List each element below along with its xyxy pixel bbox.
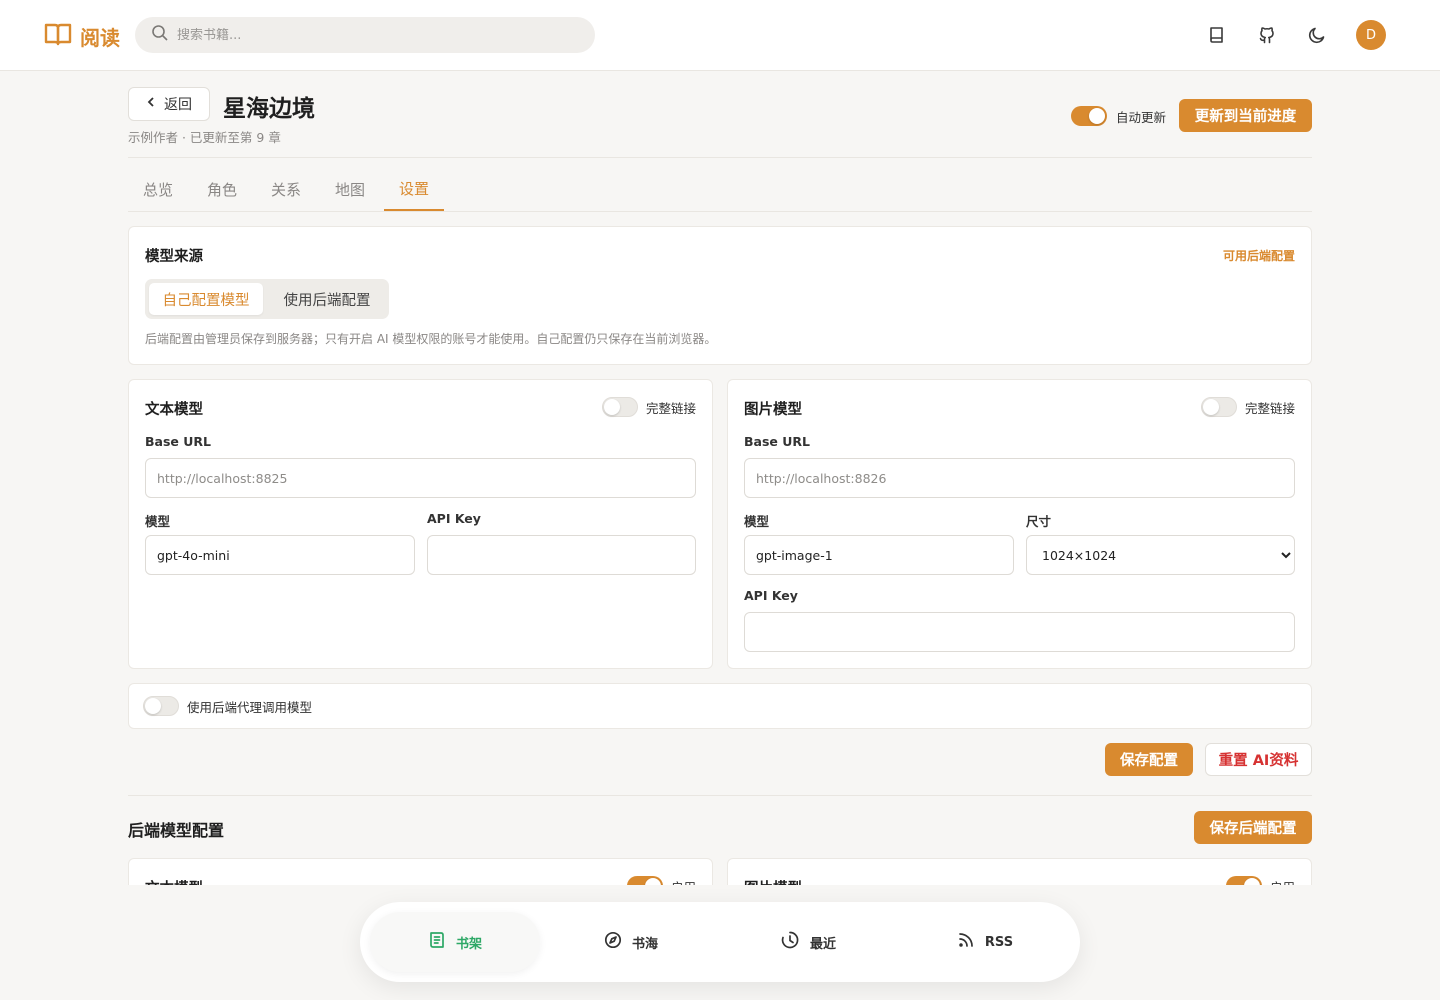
image-size-label: 尺寸	[1026, 514, 1052, 529]
nav-recent[interactable]: 最近	[723, 912, 893, 972]
search-icon	[151, 24, 169, 46]
text-base-url-input[interactable]	[145, 458, 696, 498]
nav-label: 书架	[455, 936, 482, 952]
model-source-switch: 自己配置模型 使用后端配置	[145, 279, 389, 319]
image-full-link-control: 完整链接	[1200, 397, 1295, 417]
image-base-url-label: Base URL	[744, 434, 810, 449]
text-base-url-label: Base URL	[145, 434, 211, 449]
nav-label: 书海	[631, 936, 658, 952]
backend-config-link[interactable]: 可用后端配置	[1223, 247, 1295, 264]
compass-icon	[604, 931, 622, 953]
divider	[128, 795, 1312, 796]
text-model-title: 文本模型	[145, 402, 203, 418]
backend-text-model-card: 文本模型 启用	[128, 858, 713, 885]
auto-update-toggle[interactable]	[1071, 106, 1107, 126]
app-name: 阅读	[80, 25, 120, 50]
text-api-key-input[interactable]	[427, 535, 696, 575]
rss-icon	[957, 931, 975, 953]
tab-bar: 总览 角色 关系 地图 设置	[128, 168, 1312, 212]
update-progress-button[interactable]: 更新到当前进度	[1179, 99, 1312, 132]
image-model-card: 图片模型 完整链接 Base URL 模型 尺寸 1024×1024 API K…	[727, 379, 1312, 669]
top-bar: 阅读 D	[0, 0, 1440, 71]
nav-explore[interactable]: 书海	[546, 912, 716, 972]
book-meta: 示例作者 · 已更新至第 9 章	[128, 130, 281, 145]
option-own-config[interactable]: 自己配置模型	[149, 283, 263, 315]
image-model-label: 模型	[744, 514, 770, 529]
backend-image-model-title: 图片模型	[744, 877, 802, 885]
backend-image-enable-label: 启用	[1270, 877, 1295, 886]
image-model-title: 图片模型	[744, 402, 802, 418]
proxy-label: 使用后端代理调用模型	[187, 699, 313, 715]
image-model-input[interactable]	[744, 535, 1014, 575]
text-full-link-toggle[interactable]	[601, 397, 638, 417]
text-model-card: 文本模型 完整链接 Base URL 模型 API Key	[128, 379, 713, 669]
text-model-input[interactable]	[145, 535, 415, 575]
backend-image-enable-control: 启用	[1225, 876, 1295, 886]
backend-image-model-card: 图片模型 启用	[727, 858, 1312, 885]
backend-image-enable-toggle[interactable]	[1225, 876, 1262, 885]
search-input[interactable]	[177, 27, 557, 43]
nav-label: 最近	[809, 936, 836, 952]
tab-characters[interactable]: 角色	[192, 168, 252, 211]
nav-rss[interactable]: RSS	[900, 912, 1070, 972]
model-source-title: 模型来源	[145, 249, 203, 265]
auto-update-label: 自动更新	[1116, 109, 1167, 125]
proxy-toggle[interactable]	[143, 696, 179, 716]
divider	[128, 157, 1312, 158]
backend-text-model-title: 文本模型	[145, 877, 203, 885]
bottom-nav: 书架 书海 最近 RSS	[360, 902, 1080, 982]
save-config-button[interactable]: 保存配置	[1105, 743, 1193, 776]
tab-settings[interactable]: 设置	[384, 168, 444, 211]
back-label: 返回	[164, 97, 192, 113]
tab-relations[interactable]: 关系	[256, 168, 316, 211]
model-source-help: 后端配置由管理员保存到服务器；只有开启 AI 模型权限的账号才能使用。自己配置仍…	[145, 332, 717, 346]
text-api-key-label: API Key	[427, 511, 481, 526]
text-model-label: 模型	[145, 514, 171, 529]
page-title: 星海边境	[223, 96, 315, 122]
image-base-url-input[interactable]	[744, 458, 1295, 498]
app-logo[interactable]: 阅读	[44, 21, 120, 51]
reset-ai-data-button[interactable]: 重置 AI资料	[1205, 743, 1312, 776]
image-api-key-input[interactable]	[744, 612, 1295, 652]
moon-icon[interactable]	[1305, 23, 1329, 47]
nav-shelf[interactable]: 书架	[370, 912, 540, 972]
scroll-clip: 文本模型 启用 图片模型 启用	[0, 856, 1440, 885]
search-bar[interactable]	[135, 17, 595, 53]
text-full-link-label: 完整链接	[645, 400, 696, 416]
image-full-link-label: 完整链接	[1244, 400, 1295, 416]
proxy-card: 使用后端代理调用模型	[128, 683, 1312, 729]
image-api-key-label: API Key	[744, 588, 798, 603]
save-backend-config-button[interactable]: 保存后端配置	[1194, 811, 1312, 844]
shelf-icon	[428, 931, 446, 953]
model-source-card: 模型来源 可用后端配置 自己配置模型 使用后端配置 后端配置由管理员保存到服务器…	[128, 226, 1312, 365]
image-size-select[interactable]: 1024×1024	[1026, 535, 1295, 575]
chevron-left-icon	[146, 96, 156, 112]
text-full-link-control: 完整链接	[601, 397, 696, 417]
backend-section-title: 后端模型配置	[128, 821, 225, 840]
nav-label: RSS	[984, 934, 1014, 950]
option-backend-config[interactable]: 使用后端配置	[269, 283, 385, 315]
backend-text-enable-label: 启用	[671, 877, 696, 886]
book-icon[interactable]	[1205, 23, 1229, 47]
history-icon	[780, 930, 800, 954]
open-book-icon	[44, 21, 72, 51]
tab-overview[interactable]: 总览	[128, 168, 188, 211]
proxy-control: 使用后端代理调用模型	[143, 696, 312, 716]
image-full-link-toggle[interactable]	[1200, 397, 1237, 417]
backend-text-enable-control: 启用	[626, 876, 696, 886]
tab-map[interactable]: 地图	[320, 168, 380, 211]
back-button[interactable]: 返回	[128, 87, 210, 121]
avatar[interactable]: D	[1356, 20, 1386, 50]
backend-text-enable-toggle[interactable]	[626, 876, 663, 885]
auto-update-control: 自动更新	[1071, 106, 1166, 126]
github-icon[interactable]	[1255, 23, 1279, 47]
